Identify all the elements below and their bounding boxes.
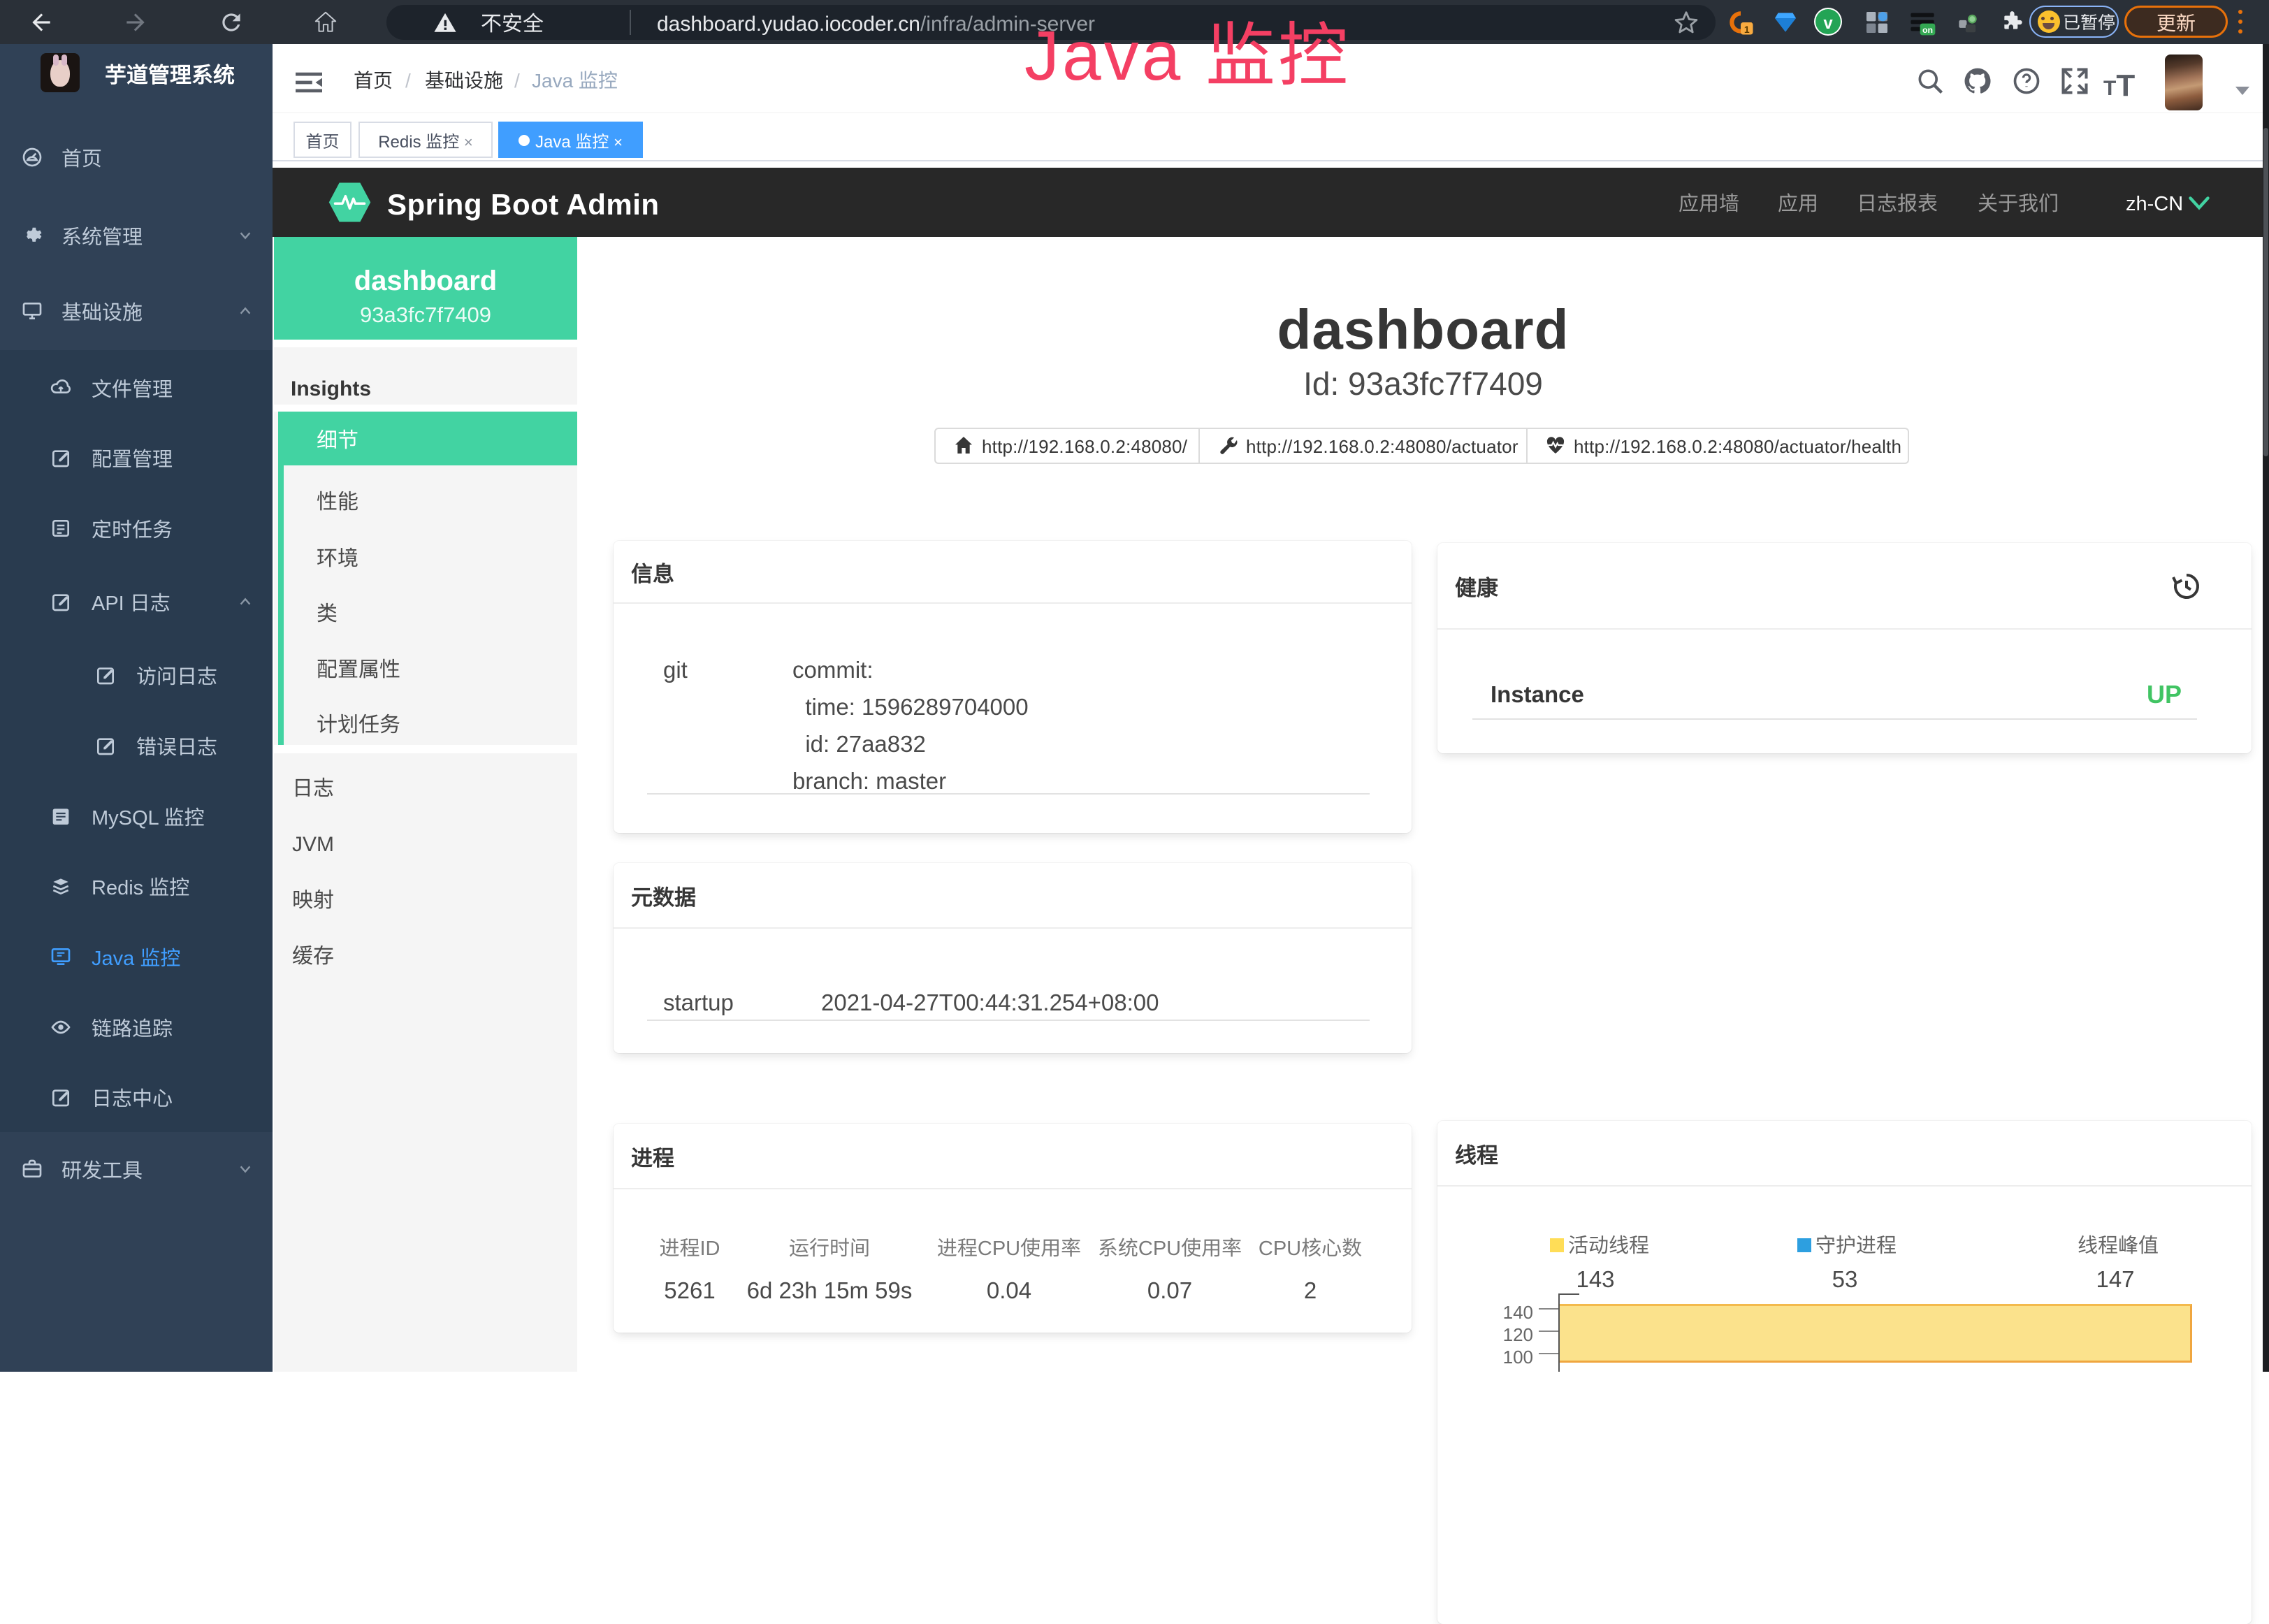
svg-text:1: 1 xyxy=(1744,22,1750,36)
svg-text:on: on xyxy=(1922,23,1933,36)
